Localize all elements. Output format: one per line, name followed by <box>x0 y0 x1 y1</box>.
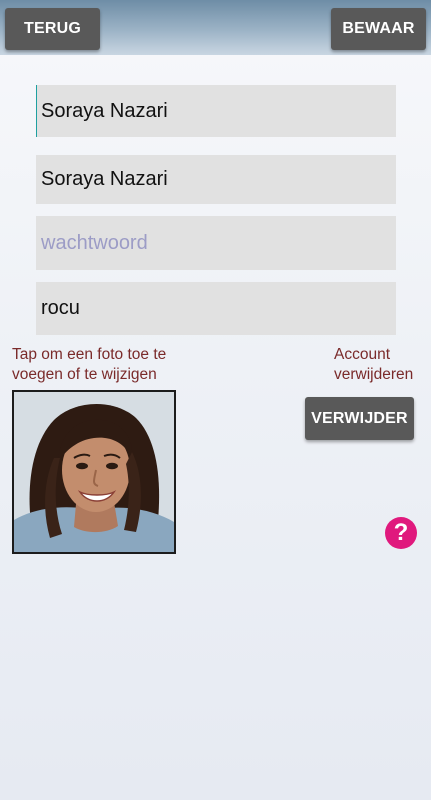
full-name-field[interactable]: Soraya Nazari <box>36 85 396 137</box>
photo-hint: Tap om een foto toe te voegen of te wijz… <box>12 346 167 383</box>
help-icon[interactable]: ? <box>385 517 417 549</box>
back-button[interactable]: TERUG <box>5 8 100 50</box>
username-value: rocu <box>41 297 80 319</box>
display-name-field[interactable]: Soraya Nazari <box>36 155 396 204</box>
password-field[interactable]: wachtwoord <box>36 216 396 270</box>
display-name-value: Soraya Nazari <box>41 168 168 190</box>
profile-photo[interactable] <box>12 390 176 554</box>
profile-photo-image <box>14 392 174 552</box>
username-field[interactable]: rocu <box>36 282 396 335</box>
delete-account-hint: Account verwijderen <box>334 346 414 383</box>
password-placeholder: wachtwoord <box>41 231 148 254</box>
full-name-value: Soraya Nazari <box>41 99 168 122</box>
delete-account-button[interactable]: VERWIJDER <box>305 397 414 440</box>
top-bar: TERUG BEWAAR <box>0 0 431 55</box>
save-button[interactable]: BEWAAR <box>331 8 426 50</box>
